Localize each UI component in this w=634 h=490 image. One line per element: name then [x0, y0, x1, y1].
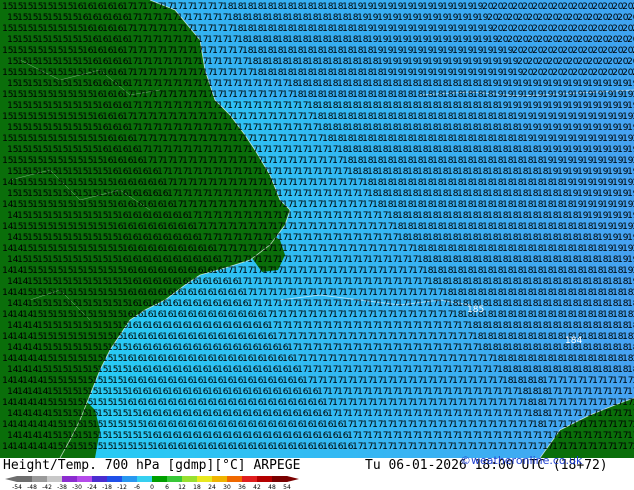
color-scale-tick-label: -38 [57, 484, 67, 490]
contour-value-label: 19 [627, 101, 634, 111]
map-title: Height/Temp. 700 hPa [gdmp][°C] ARPEGE [3, 458, 301, 473]
color-scale-tick-label: -48 [27, 484, 37, 490]
color-scale-segment [152, 476, 168, 482]
contour-value-label: 17 [627, 387, 634, 397]
color-scale-segment [137, 476, 153, 482]
color-scale-tick-label: 30 [223, 484, 231, 490]
color-scale-segment [197, 476, 213, 482]
contour-value-label: 19 [627, 123, 634, 133]
contour-value-label: 19 [627, 211, 634, 221]
contour-value-label: 18 [627, 365, 634, 375]
color-scale-segment [242, 476, 258, 482]
color-scale-segment [92, 476, 108, 482]
contour-value-label: 19 [627, 189, 634, 199]
color-scale-segment [182, 476, 198, 482]
color-scale-tick-label: 12 [178, 484, 186, 490]
map-footer: Height/Temp. 700 hPa [gdmp][°C] ARPEGE T… [0, 454, 634, 490]
color-scale-tick-label: 6 [165, 484, 169, 490]
contour-value-label: 19 [627, 255, 634, 265]
contour-value-label: 18 [627, 343, 634, 353]
contour-value-label: 20 [627, 13, 634, 23]
color-scale-segment [107, 476, 123, 482]
color-scale-segment [227, 476, 243, 482]
color-scale-tick-label: 42 [253, 484, 261, 490]
contour-value-label: 20 [627, 57, 634, 67]
contour-value-label: 18 [627, 321, 634, 331]
color-scale-segment [167, 476, 183, 482]
color-scale-segment [77, 476, 93, 482]
color-scale-tick-label: -42 [42, 484, 52, 490]
contour-value-label: 19 [627, 167, 634, 177]
contour-value-label: 19 [627, 79, 634, 89]
contour-value-label: 19 [627, 145, 634, 155]
color-scale-tick-label: 36 [238, 484, 246, 490]
color-scale-tick-label: -30 [72, 484, 82, 490]
color-scale-arrow-left [5, 476, 17, 482]
color-scale-tick-label: 54 [283, 484, 291, 490]
color-scale-tick-label: 18 [193, 484, 201, 490]
color-scale-tick-label: -12 [117, 484, 127, 490]
contour-value-label: 17 [627, 409, 634, 419]
color-scale-segment [62, 476, 78, 482]
color-scale-segment [122, 476, 138, 482]
color-scale-arrow-right [287, 476, 299, 482]
color-scale-tick-label: -6 [134, 484, 140, 490]
color-scale-bar: -54 -48 -42 -38 -30 -24 -18 -12 -6 0 6 12 18 24 30 36 42… [5, 476, 299, 490]
contour-value-label: 19 [627, 233, 634, 243]
color-scale-segment [272, 476, 288, 482]
contour-value-label: 18 [627, 299, 634, 309]
color-scale-segment [257, 476, 273, 482]
color-scale-segment [212, 476, 228, 482]
color-scale-tick-label: -54 [12, 484, 22, 490]
color-scale-segment [17, 476, 33, 482]
color-scale-segment [32, 476, 48, 482]
color-scale-tick-label: 24 [208, 484, 216, 490]
height-contour-label: 185 [467, 305, 484, 315]
color-scale-segment [47, 476, 63, 482]
color-scale-tick-label: -18 [102, 484, 112, 490]
color-scale-tick-label: 48 [268, 484, 276, 490]
height-contour-label: 184 [565, 336, 582, 346]
contour-value-label: 17 [627, 431, 634, 441]
color-scale-tick-label: -24 [87, 484, 97, 490]
color-scale-tick-label: 0 [150, 484, 154, 490]
contour-labels: 1515151515151516161616161717171717171717… [2, 2, 634, 452]
contour-value-label: 20 [627, 35, 634, 45]
contour-value-label: 19 [627, 277, 634, 287]
weather-map: 15 15 15 15 15 15 15 16 16 16 16 16 17 17 17 17 17 17 17 17… [0, 0, 634, 458]
map-canvas: 1515151515151516161616161717171717171717… [0, 0, 634, 458]
site-credit-link[interactable]: ©weatheronline.co.uk [460, 454, 582, 467]
